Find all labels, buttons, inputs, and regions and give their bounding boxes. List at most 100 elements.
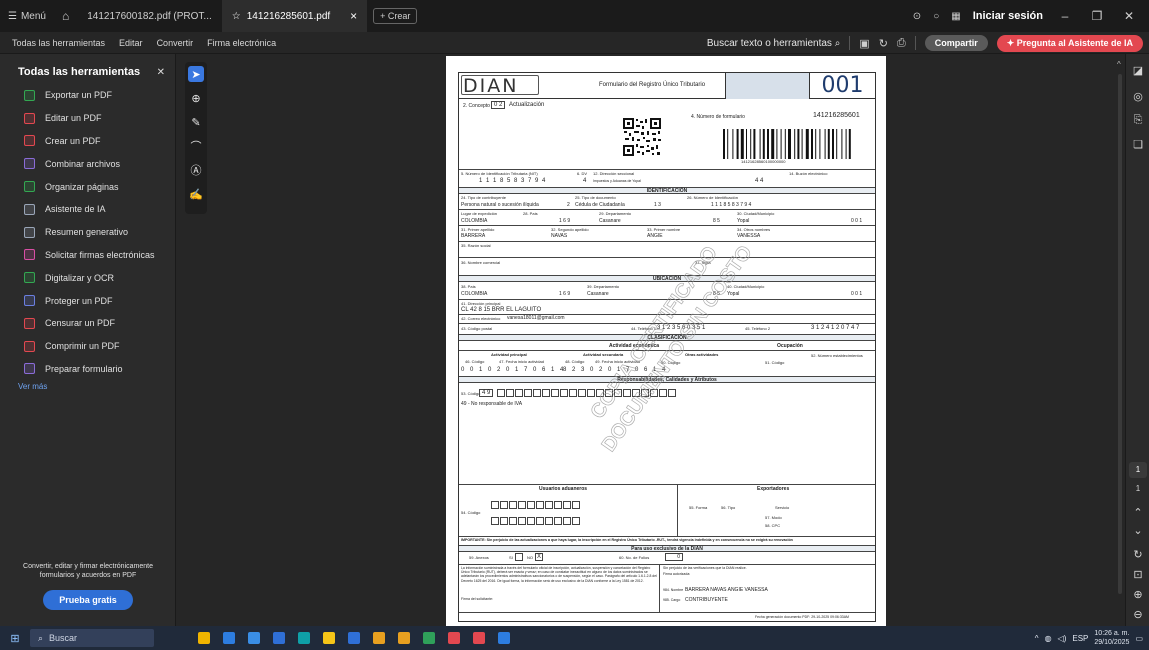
restore-icon[interactable]: ❐	[1087, 9, 1107, 23]
select-tool-icon[interactable]: ➤	[188, 66, 204, 82]
postal-label: 43. Código postal	[461, 326, 493, 331]
tool-label: Preparar formulario	[45, 363, 123, 374]
new-tab-button[interactable]: + Crear	[373, 8, 418, 24]
star-icon[interactable]: ☆	[232, 11, 241, 22]
tool-item[interactable]: Asistente de IA	[0, 198, 175, 221]
barcode-number: 14121628560100000000	[741, 159, 786, 164]
current-page-field[interactable]: 1	[1129, 462, 1147, 478]
taskbar-app-icon[interactable]	[498, 632, 510, 644]
system-tray: ^ ◍ ◁) ESP 10:26 a. m. 29/10/2025 ▭	[1035, 626, 1143, 650]
clock[interactable]: 10:26 a. m. 29/10/2025	[1094, 629, 1129, 647]
login-button[interactable]: Iniciar sesión	[973, 10, 1043, 22]
scan-ocr-icon	[24, 272, 35, 284]
tool-item[interactable]: Resumen generativo	[0, 221, 175, 244]
taskbar-app-icon[interactable]	[273, 632, 285, 644]
ai-panel-icon[interactable]: ◎	[1131, 90, 1145, 103]
save-icon[interactable]: ▣	[859, 37, 869, 50]
taskbar-app-icon[interactable]	[448, 632, 460, 644]
promo-text: Convertir, editar y firmar electrónicame…	[23, 563, 153, 579]
taskbar-app-icon[interactable]	[223, 632, 235, 644]
free-trial-button[interactable]: Prueba gratis	[43, 590, 133, 610]
rule	[459, 323, 875, 324]
tray-chevron-icon[interactable]: ^	[1035, 634, 1039, 643]
tab-document-2[interactable]: ☆ 141216285601.pdf ×	[221, 0, 368, 32]
sign-tool-icon[interactable]: ✍	[188, 186, 204, 202]
network-icon[interactable]: ◍	[1045, 634, 1052, 643]
taskbar-app-icon[interactable]	[298, 632, 310, 644]
menu-all-tools[interactable]: Todas las herramientas	[0, 38, 112, 48]
notification-center-icon[interactable]: ▭	[1135, 634, 1143, 643]
tab-document-1[interactable]: 141217600182.pdf (PROT...	[77, 0, 222, 32]
taskbar-app-icon[interactable]	[323, 632, 335, 644]
correo-label: 42. Correo electrónico	[461, 316, 501, 321]
taskbar-search[interactable]: ⌕ Buscar	[30, 629, 154, 647]
certificate-watermark: COPIA CERTIFICADO DOCUMENTO SIN COSTO	[586, 241, 757, 456]
close-window-icon[interactable]: ✕	[1119, 9, 1139, 23]
tool-item[interactable]: Crear un PDF	[0, 130, 175, 153]
share-link-icon[interactable]: ↻	[879, 37, 888, 50]
expedicion-label: Lugar de expedición	[461, 211, 498, 216]
close-panel-icon[interactable]: ✕	[157, 67, 165, 78]
quick-tools-strip: ➤ ⊕ ✎ ⌒ Ⓐ ✍	[185, 62, 207, 214]
home-icon[interactable]: ⌂	[54, 9, 77, 23]
menu-button[interactable]: ☰ Menú	[0, 11, 54, 22]
tool-item[interactable]: Editar un PDF	[0, 107, 175, 130]
ocupacion-header: Ocupación	[777, 343, 803, 349]
panel-header: Todas las herramientas ✕	[0, 54, 175, 84]
rotate-icon[interactable]: ↻	[1131, 548, 1145, 561]
taskbar-app-icon[interactable]	[398, 632, 410, 644]
tool-item[interactable]: Solicitar firmas electrónicas	[0, 244, 175, 267]
taskbar-app-icon[interactable]	[198, 632, 210, 644]
page-down-icon[interactable]: ⌄	[1131, 524, 1145, 537]
document-scrollbar[interactable]: ^	[1116, 58, 1124, 618]
volume-icon[interactable]: ◁)	[1058, 634, 1067, 643]
tool-item[interactable]: Organizar páginas	[0, 175, 175, 198]
buzon-label: 14. Buzón electrónico	[789, 171, 828, 176]
taskbar-app-icon[interactable]	[373, 632, 385, 644]
tool-item[interactable]: Digitalizar y OCR	[0, 266, 175, 289]
windows-start-icon[interactable]: ⊞	[0, 632, 30, 645]
close-tab-icon[interactable]: ×	[350, 9, 357, 23]
menu-edit[interactable]: Editar	[112, 38, 150, 48]
zoom-out-icon[interactable]: ⊖	[1131, 608, 1145, 621]
svg-text:^: ^	[1117, 60, 1121, 69]
search-tools-button[interactable]: Buscar texto o herramientas ⌕	[707, 38, 840, 49]
see-more-link[interactable]: Ver más	[0, 382, 175, 391]
tool-item[interactable]: Combinar archivos	[0, 152, 175, 175]
page-up-icon[interactable]: ⌃	[1131, 506, 1145, 519]
taskbar-app-icon[interactable]	[423, 632, 435, 644]
ai-assistant-button[interactable]: ✦ Pregunta al Asistente de IA	[996, 34, 1143, 52]
comment-panel-icon[interactable]: ◪	[1131, 64, 1145, 77]
verif-text: Sin perjuicio de las verificaciones que …	[663, 566, 747, 570]
zoom-tool-icon[interactable]: ⊕	[188, 90, 204, 106]
annotate-pen-icon[interactable]: ✎	[188, 114, 204, 130]
menu-convert[interactable]: Convertir	[150, 38, 201, 48]
help-icon[interactable]: ⊙	[913, 11, 921, 22]
apps-grid-icon[interactable]: ▦	[951, 11, 960, 22]
minimize-icon[interactable]: –	[1055, 9, 1075, 23]
copy-panel-icon[interactable]: ❏	[1131, 138, 1145, 151]
tool-item[interactable]: Comprimir un PDF	[0, 335, 175, 358]
legal-text: La información suministrada a través del…	[461, 566, 657, 583]
tool-item[interactable]: Exportar un PDF	[0, 84, 175, 107]
rule	[659, 564, 660, 612]
print-icon[interactable]: ⎙	[897, 37, 906, 50]
text-box-icon[interactable]: Ⓐ	[188, 162, 204, 178]
taskbar-app-icon[interactable]	[348, 632, 360, 644]
tool-item[interactable]: Preparar formulario	[0, 358, 175, 381]
notifications-icon[interactable]: ○	[933, 11, 939, 22]
zoom-in-icon[interactable]: ⊕	[1131, 588, 1145, 601]
fit-page-icon[interactable]: ⊡	[1131, 568, 1145, 581]
tool-item[interactable]: Censurar un PDF	[0, 312, 175, 335]
taskbar-app-icon[interactable]	[473, 632, 485, 644]
draw-tool-icon[interactable]: ⌒	[188, 138, 204, 154]
tool-label: Censurar un PDF	[45, 318, 116, 329]
language-indicator[interactable]: ESP	[1072, 634, 1088, 643]
tool-label: Combinar archivos	[45, 158, 121, 169]
tool-item[interactable]: Proteger un PDF	[0, 289, 175, 312]
taskbar-app-icon[interactable]	[248, 632, 260, 644]
bookmark-panel-icon[interactable]: ⎘	[1131, 114, 1145, 127]
menu-e-signature[interactable]: Firma electrónica	[200, 38, 283, 48]
share-button[interactable]: Compartir	[924, 35, 988, 51]
no-label: NO	[527, 555, 533, 560]
